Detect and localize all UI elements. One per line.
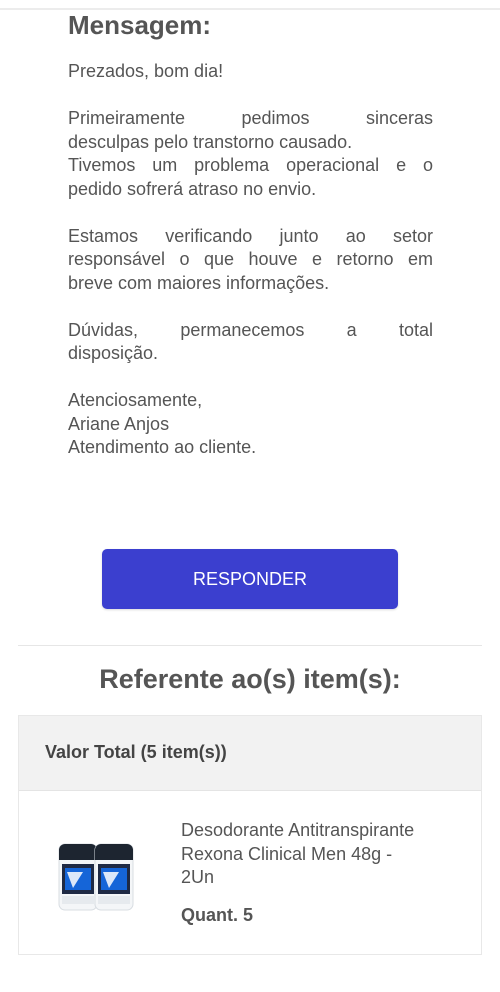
message-line: desculpas pelo transtorno causado. [68, 131, 353, 152]
message-line: disposição. [68, 343, 159, 363]
signature-department: Atendimento ao cliente. [68, 437, 257, 457]
total-label: Valor Total (5 item(s)) [45, 742, 227, 762]
message-paragraph-1: Primeiramente pedimos sinceras desculpas… [68, 107, 433, 201]
items-card: Valor Total (5 item(s)) Desodorante Anti… [18, 715, 482, 955]
message-line: Dúvidas, permanecemos a total [68, 319, 433, 340]
message-paragraph-2: Estamos verificando junto ao setor respo… [68, 225, 433, 296]
message-line: responsável o que houve e retorno em [68, 249, 433, 269]
message-body: Prezados, bom dia! Primeiramente pedimos… [68, 60, 433, 483]
product-quantity: Quant. 5 [181, 905, 254, 925]
section-divider [18, 645, 482, 646]
product-name-line: Rexona Clinical Men 48g - [181, 843, 393, 864]
deodorant-product-icon [53, 838, 137, 914]
message-heading: Mensagem: [68, 10, 212, 40]
items-card-header: Valor Total (5 item(s)) [19, 716, 481, 791]
message-signature: Atenciosamente, Ariane Anjos Atendimento… [68, 389, 433, 460]
message-line: Primeiramente pedimos sinceras [68, 108, 433, 128]
reply-button[interactable]: RESPONDER [102, 549, 398, 609]
signature-line: Atenciosamente, [68, 390, 203, 410]
message-line: pedido sofrerá atraso no envio. [68, 178, 317, 199]
product-name: Desodorante Antitranspirante Rexona Clin… [181, 819, 471, 890]
items-heading: Referente ao(s) item(s): [99, 664, 401, 694]
signature-name: Ariane Anjos [68, 413, 170, 434]
top-divider [0, 0, 500, 10]
message-line: breve com maiores informações. [68, 272, 330, 293]
product-name-line: 2Un [181, 867, 215, 887]
message-paragraph-3: Dúvidas, permanecemos a total disposição… [68, 319, 433, 366]
message-greeting: Prezados, bom dia! [68, 60, 433, 84]
message-line: Tivemos um problema operacional e o [68, 155, 433, 175]
message-line: Prezados, bom dia! [68, 61, 224, 81]
product-name-line: Desodorante Antitranspirante [181, 820, 415, 840]
message-line: Estamos verificando junto ao setor [68, 225, 433, 246]
